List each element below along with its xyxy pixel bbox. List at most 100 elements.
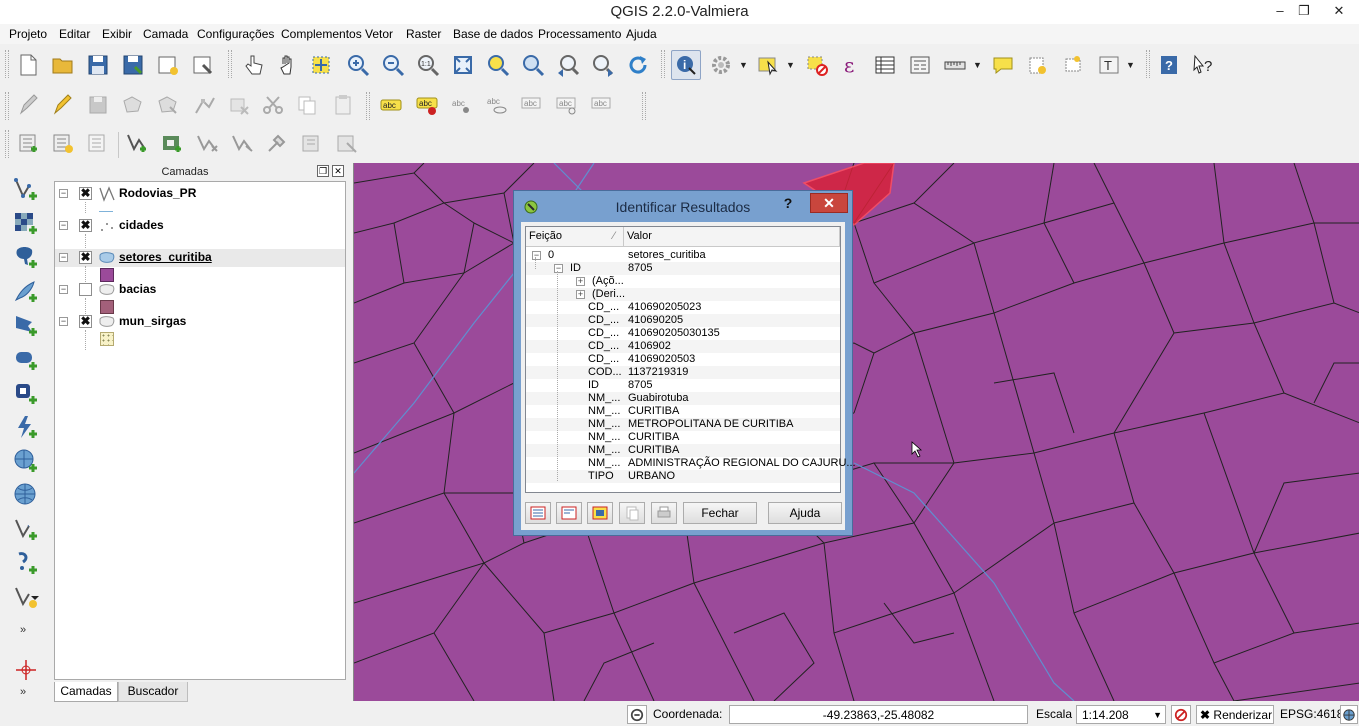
copy-features-icon[interactable] (292, 90, 322, 120)
chevron-down-icon[interactable]: ▼ (1126, 50, 1136, 80)
zoom-last-icon[interactable] (553, 50, 583, 80)
menu-processamento[interactable]: Processamento (538, 27, 621, 41)
delete-part-icon[interactable] (332, 128, 362, 158)
layer-visibility-checkbox[interactable]: ✖ (79, 219, 92, 232)
save-edits-icon[interactable] (83, 90, 113, 120)
delete-ring-icon[interactable] (297, 128, 327, 158)
result-row[interactable]: NM_... METROPOLITANA DE CURITIBA (526, 418, 840, 431)
tab-camadas[interactable]: Camadas (54, 682, 118, 702)
toolbar-handle[interactable] (642, 92, 646, 120)
label-icon[interactable]: abc (376, 90, 406, 120)
add-spatialite-layer-icon[interactable] (10, 276, 42, 306)
fechar-button[interactable]: Fechar (683, 502, 757, 524)
add-wcs-layer-icon[interactable] (10, 446, 42, 476)
rotate-label-icon[interactable]: abc (552, 90, 582, 120)
menu-camada[interactable]: Camada (143, 27, 188, 41)
add-raster-layer-icon[interactable] (48, 128, 78, 158)
column-header-feicao[interactable]: Feição ⁄ (526, 227, 624, 247)
collapse-icon[interactable]: − (59, 189, 68, 198)
menu-exibir[interactable]: Exibir (102, 27, 132, 41)
add-oracle-layer-icon[interactable] (10, 344, 42, 374)
float-panel-icon[interactable]: ❐ (317, 165, 329, 177)
toolbar-handle[interactable] (1146, 50, 1150, 78)
toolbar-handle[interactable] (5, 130, 9, 158)
coordinate-field[interactable]: -49.23863,-25.48082 (729, 705, 1028, 724)
layer-item-cidades[interactable]: − ✖ cidades (55, 217, 345, 235)
add-wms-layer-icon[interactable] (10, 412, 42, 442)
add-gpx-layer-icon[interactable] (10, 548, 42, 578)
result-row[interactable]: + (Açõ... (526, 275, 840, 288)
new-project-icon[interactable] (13, 50, 43, 80)
menu-vetor[interactable]: Vetor (365, 27, 393, 41)
print-button[interactable] (651, 502, 677, 524)
open-project-icon[interactable] (48, 50, 78, 80)
whats-this-icon[interactable]: ? (1189, 50, 1219, 80)
collapse-icon[interactable]: − (59, 221, 68, 230)
measure-line-icon[interactable] (940, 50, 970, 80)
pan-to-selection-icon[interactable] (306, 50, 336, 80)
expand-icon[interactable]: + (576, 290, 585, 299)
zoom-to-selection-icon[interactable] (483, 50, 513, 80)
collapse-icon[interactable]: − (532, 251, 541, 260)
delete-selected-icon[interactable] (224, 90, 254, 120)
new-print-composer-icon[interactable] (153, 50, 183, 80)
move-feature-icon[interactable] (153, 90, 183, 120)
text-annotation-icon[interactable]: T (1094, 50, 1124, 80)
menu-editar[interactable]: Editar (59, 27, 90, 41)
result-row[interactable]: NM_... ADMINISTRAÇÃO REGIONAL DO CAJURU..… (526, 457, 856, 470)
layer-visibility-checkbox[interactable]: ✖ (79, 251, 92, 264)
add-postgis-layer-icon[interactable] (10, 242, 42, 272)
result-row[interactable]: TIPO URBANO (526, 470, 840, 483)
move-label-icon[interactable]: abc (517, 90, 547, 120)
menu-base-de-dados[interactable]: Base de dados (453, 27, 533, 41)
layer-labeling-options-icon[interactable]: abc (412, 90, 442, 120)
map-tips-icon[interactable] (988, 50, 1018, 80)
reshape-features-icon[interactable] (227, 128, 257, 158)
result-row[interactable]: NM_... CURITIBA (526, 444, 840, 457)
render-checkbox[interactable]: ✖ Renderizar (1196, 705, 1274, 724)
result-row[interactable]: NM_... CURITIBA (526, 405, 840, 418)
chevron-down-icon[interactable]: ▼ (973, 50, 983, 80)
layer-visibility-checkbox[interactable] (79, 283, 92, 296)
toolbar-handle[interactable] (228, 50, 232, 78)
simplify-feature-icon[interactable] (262, 128, 292, 158)
menu-configuracoes[interactable]: Configurações (197, 27, 274, 41)
result-row[interactable]: CD_... 410690205030135 (526, 327, 840, 340)
change-label-icon[interactable]: abc (587, 90, 617, 120)
collapse-icon[interactable]: − (59, 285, 68, 294)
add-vector-layer-icon[interactable] (14, 128, 44, 158)
collapse-icon[interactable]: − (59, 253, 68, 262)
pan-icon[interactable] (273, 50, 303, 80)
menu-raster[interactable]: Raster (406, 27, 441, 41)
dialog-close-button[interactable]: ✕ (810, 193, 848, 213)
add-part-icon[interactable] (192, 128, 222, 158)
deselect-features-icon[interactable] (802, 50, 832, 80)
result-row[interactable]: NM_... CURITIBA (526, 431, 840, 444)
select-features-icon[interactable] (753, 50, 783, 80)
messages-icon[interactable] (627, 705, 647, 724)
result-row[interactable]: NM_... Guabirotuba (526, 392, 840, 405)
window-close-button[interactable]: ✕ (1325, 2, 1353, 20)
toolbar-handle[interactable] (5, 50, 9, 78)
toolbar-handle[interactable] (5, 92, 9, 120)
add-sql-anywhere-icon[interactable] (10, 378, 42, 408)
chevron-down-icon[interactable]: ▼ (786, 50, 796, 80)
pin-labels-icon[interactable]: abc (447, 90, 477, 120)
layer-item-bacias[interactable]: − bacias (55, 281, 345, 299)
result-row[interactable]: COD... 1137219319 (526, 366, 840, 379)
add-delimited-text-icon[interactable]: , (10, 514, 42, 544)
toggle-editing-icon[interactable] (48, 90, 78, 120)
menu-projeto[interactable]: Projeto (9, 27, 47, 41)
show-bookmarks-icon[interactable] (1058, 50, 1088, 80)
layer-tree[interactable]: − ✖ Rodovias_PR − ✖ cidades − ✖ setores_… (54, 181, 346, 680)
expression-select-icon[interactable]: ε (837, 50, 867, 80)
result-row[interactable]: −0 setores_curitiba (526, 249, 840, 262)
result-row[interactable]: + (Deri... (526, 288, 840, 301)
new-bookmark-icon[interactable] (1023, 50, 1053, 80)
layer-visibility-checkbox[interactable]: ✖ (79, 187, 92, 200)
node-tool-icon[interactable] (190, 90, 220, 120)
attribute-table-icon[interactable] (870, 50, 900, 80)
save-project-icon[interactable] (83, 50, 113, 80)
composer-manager-icon[interactable] (188, 50, 218, 80)
add-ring-icon[interactable] (157, 128, 187, 158)
